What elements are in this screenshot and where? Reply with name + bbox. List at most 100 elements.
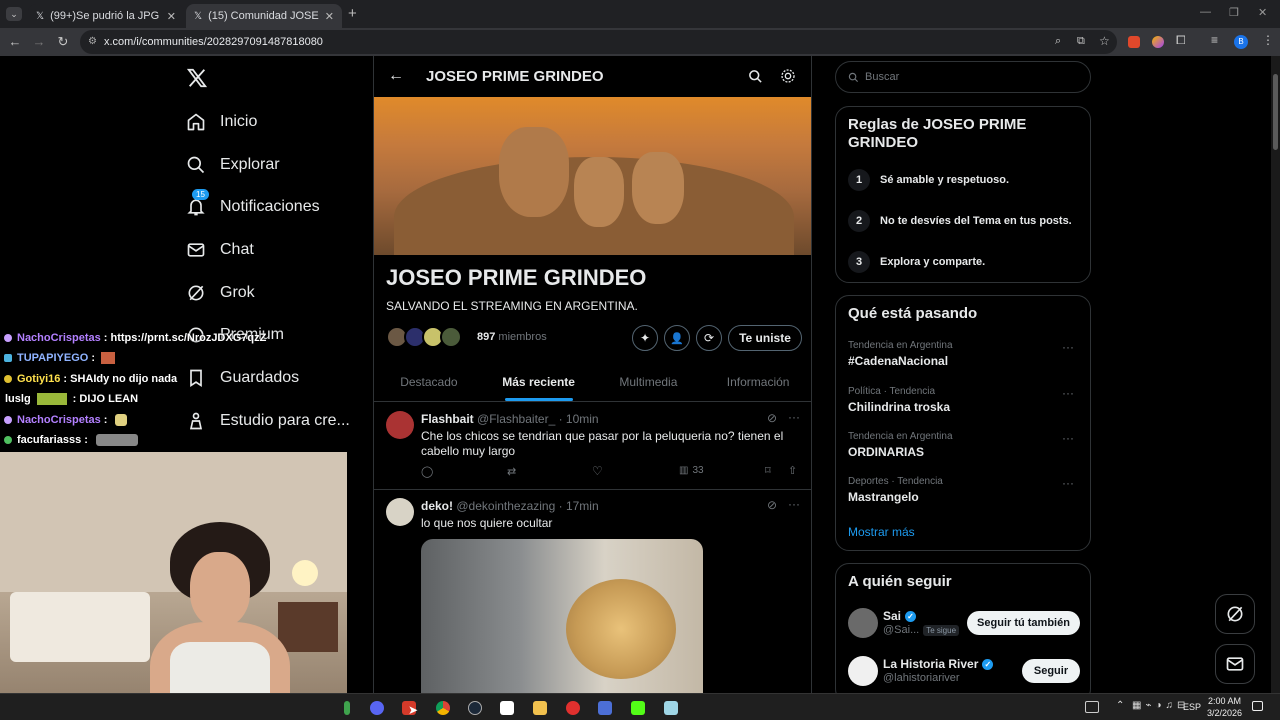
sidebar-item-guardados[interactable]: Guardados xyxy=(186,363,299,393)
notification-center-icon[interactable] xyxy=(1252,701,1263,711)
more-options-icon[interactable]: ··· xyxy=(788,497,800,511)
media-icon[interactable]: ≡ xyxy=(1211,33,1218,47)
close-tab-icon[interactable]: ✕ xyxy=(325,10,334,23)
avatar[interactable] xyxy=(848,608,878,638)
forward-icon[interactable]: → xyxy=(32,35,46,49)
tab-destacado[interactable]: Destacado xyxy=(374,362,484,401)
maximize-icon[interactable]: ❐ xyxy=(1229,6,1239,19)
post-author-name[interactable]: Flashbait xyxy=(421,412,474,426)
more-options-icon[interactable]: ··· xyxy=(788,410,800,424)
avatar[interactable] xyxy=(386,498,414,526)
profile-avatar[interactable]: B xyxy=(1234,35,1248,49)
zoom-icon[interactable]: ⌕ xyxy=(1055,35,1061,48)
sparkle-button[interactable]: ✦ xyxy=(632,325,658,351)
post-author-name[interactable]: deko! xyxy=(421,499,453,513)
chrome-icon[interactable] xyxy=(436,701,450,715)
tray-app-icon[interactable] xyxy=(1085,701,1099,713)
app-icon[interactable] xyxy=(344,701,350,715)
browser-tab-1[interactable]: 𝕏 (99+)Se pudrió la JPG el primer ✕ xyxy=(28,4,184,28)
tray-icons[interactable]: ▦⌁◑♫⊟ xyxy=(1132,700,1189,711)
tab-informacion[interactable]: Información xyxy=(703,362,811,401)
sidebar-item-estudio[interactable]: Estudio para cre... xyxy=(186,406,350,436)
page-scrollbar[interactable] xyxy=(1271,56,1280,693)
star-icon[interactable]: ☆ xyxy=(1099,34,1110,48)
share-button[interactable]: ⟳ xyxy=(696,325,722,351)
kick-icon[interactable] xyxy=(631,701,645,715)
trend-item[interactable]: Tendencia en Argentina ORDINARIAS ··· xyxy=(848,431,1080,459)
install-icon[interactable]: ⧉ xyxy=(1077,35,1085,48)
steam-icon[interactable] xyxy=(468,701,482,715)
reply-icon[interactable]: ◯ xyxy=(421,465,433,478)
sidebar-item-chat[interactable]: Chat xyxy=(186,235,254,265)
more-options-icon[interactable]: ··· xyxy=(1062,476,1074,490)
discord-icon[interactable] xyxy=(370,701,384,715)
tray-chevron-icon[interactable]: ⌃ xyxy=(1116,700,1124,711)
new-tab-button[interactable]: + xyxy=(348,5,357,22)
repost-icon[interactable]: ⇄ xyxy=(507,465,516,478)
site-info-icon[interactable]: ⚙ xyxy=(88,36,97,47)
more-options-icon[interactable]: ··· xyxy=(1062,386,1074,400)
minimize-icon[interactable]: — xyxy=(1200,6,1211,18)
extension-icon[interactable] xyxy=(1152,36,1164,48)
sidebar-item-notificaciones[interactable]: 15 Notificaciones xyxy=(186,189,320,222)
show-more-link[interactable]: Mostrar más xyxy=(848,525,915,539)
tab-mas-reciente[interactable]: Más reciente xyxy=(484,362,594,401)
extension-icon[interactable] xyxy=(1128,36,1140,48)
clock-time[interactable]: 2:00 AM xyxy=(1208,696,1241,706)
sidebar-item-inicio[interactable]: Inicio xyxy=(186,107,257,137)
language-indicator[interactable]: ESP xyxy=(1183,702,1201,712)
member-count[interactable]: 897 miembros xyxy=(477,331,547,343)
address-bar[interactable]: ⚙ x.com/i/communities/202829709148781808… xyxy=(80,30,1117,54)
scrollbar-thumb[interactable] xyxy=(1273,74,1278,150)
close-window-icon[interactable]: ✕ xyxy=(1258,6,1267,19)
search-icon[interactable] xyxy=(748,69,763,84)
app-icon[interactable] xyxy=(500,701,514,715)
post-author-handle[interactable]: @Flashbaiter_ xyxy=(477,412,555,426)
reload-icon[interactable]: ↻ xyxy=(56,35,70,49)
trend-item[interactable]: Política · Tendencia Chilindrina troska ··… xyxy=(848,386,1080,414)
grok-icon[interactable]: ⊘ xyxy=(767,498,777,512)
tab-list-icon[interactable]: ⌄ xyxy=(6,7,22,21)
follow-name[interactable]: Sai xyxy=(883,609,901,623)
avatar[interactable] xyxy=(386,411,414,439)
post-item[interactable]: deko! @dekointhezazing · 17min ⊘ ··· lo … xyxy=(374,490,811,693)
avatar[interactable] xyxy=(848,656,878,686)
follow-name[interactable]: La Historia River xyxy=(883,657,978,671)
joined-button[interactable]: Te uniste xyxy=(728,325,802,351)
views-stat[interactable]: ▥ 33 xyxy=(679,465,704,476)
search-box[interactable]: Buscar xyxy=(835,61,1091,93)
member-avatars[interactable] xyxy=(386,326,468,348)
sidebar-item-grok[interactable]: Grok xyxy=(186,278,255,308)
back-arrow-icon[interactable]: ← xyxy=(388,67,404,85)
share-icon[interactable]: ⇧ xyxy=(788,464,797,477)
app-icon[interactable] xyxy=(664,701,678,715)
tab-multimedia[interactable]: Multimedia xyxy=(594,362,704,401)
back-icon[interactable]: ← xyxy=(8,35,22,49)
grok-floating-button[interactable] xyxy=(1215,594,1255,634)
app-icon[interactable] xyxy=(598,701,612,715)
x-logo-icon[interactable] xyxy=(186,67,208,89)
bookmark-icon[interactable]: ⌑ xyxy=(765,464,771,477)
post-author-handle[interactable]: @dekointhezazing xyxy=(456,499,555,513)
settings-gear-icon[interactable] xyxy=(780,68,796,84)
like-icon[interactable]: ♡ xyxy=(592,464,603,478)
post-item[interactable]: Flashbait @Flashbaiter_ · 10min ⊘ ··· Ch… xyxy=(374,403,811,490)
post-media-image[interactable] xyxy=(421,539,703,693)
menu-icon[interactable]: ⋮ xyxy=(1262,33,1274,47)
follow-back-button[interactable]: Seguir tú también xyxy=(967,611,1080,635)
clock-date[interactable]: 3/2/2026 xyxy=(1207,708,1242,718)
more-options-icon[interactable]: ··· xyxy=(1062,431,1074,445)
extensions-puzzle-icon[interactable]: ⧠ xyxy=(1176,33,1186,48)
grok-icon[interactable]: ⊘ xyxy=(767,411,777,425)
trend-item[interactable]: Tendencia en Argentina #CadenaNacional ··· xyxy=(848,340,1080,368)
close-tab-icon[interactable]: ✕ xyxy=(167,10,176,23)
folder-icon[interactable] xyxy=(533,701,547,715)
invite-button[interactable]: 👤 xyxy=(664,325,690,351)
more-options-icon[interactable]: ··· xyxy=(1062,340,1074,354)
trend-item[interactable]: Deportes · Tendencia Mastrangelo ··· xyxy=(848,476,1080,504)
messages-floating-button[interactable] xyxy=(1215,644,1255,684)
browser-tab-2[interactable]: 𝕏 (15) Comunidad JOSEO PRIME ✕ xyxy=(186,4,342,28)
opera-icon[interactable] xyxy=(566,701,580,715)
follow-button[interactable]: Seguir xyxy=(1022,659,1080,683)
sidebar-item-explorar[interactable]: Explorar xyxy=(186,150,280,180)
